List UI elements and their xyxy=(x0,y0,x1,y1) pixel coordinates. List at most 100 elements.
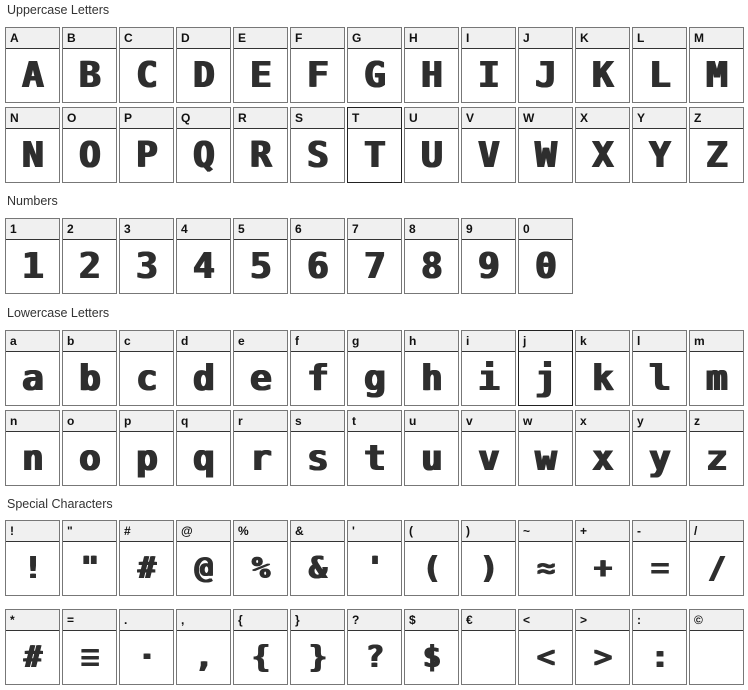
character-cell[interactable]: HH xyxy=(404,27,459,103)
character-cell[interactable]: ZZ xyxy=(689,107,744,183)
character-glyph-preview: k xyxy=(592,358,614,399)
character-label: K xyxy=(576,28,629,49)
character-cell[interactable]: {{ xyxy=(233,609,288,685)
character-cell[interactable]: OO xyxy=(62,107,117,183)
character-cell[interactable]: 22 xyxy=(62,218,117,294)
character-label: - xyxy=(633,521,686,542)
character-glyph-preview: o xyxy=(79,438,101,479)
character-cell[interactable]: © xyxy=(689,609,744,685)
character-cell[interactable]: bb xyxy=(62,330,117,406)
character-cell[interactable]: @ @ xyxy=(176,520,231,596)
character-cell[interactable]: jj xyxy=(518,330,573,406)
character-cell[interactable]: RR xyxy=(233,107,288,183)
character-cell[interactable]: yy xyxy=(632,410,687,486)
character-cell[interactable]: uu xyxy=(404,410,459,486)
character-cell[interactable]: > > xyxy=(575,609,630,685)
character-glyph-preview: ≈ xyxy=(536,551,555,586)
character-cell[interactable]: / / xyxy=(689,520,744,596)
character-cell[interactable]: KK xyxy=(575,27,630,103)
character-cell[interactable]: VV xyxy=(461,107,516,183)
character-glyph-preview: / xyxy=(707,551,726,586)
character-glyph-preview: 0 xyxy=(535,246,557,287)
character-cell[interactable]: zz xyxy=(689,410,744,486)
character-cell[interactable]: = ≡ xyxy=(62,609,117,685)
character-cell[interactable]: qq xyxy=(176,410,231,486)
character-cell[interactable]: UU xyxy=(404,107,459,183)
character-cell[interactable]: hh xyxy=(404,330,459,406)
character-cell[interactable]: PP xyxy=(119,107,174,183)
character-cell[interactable]: " " xyxy=(62,520,117,596)
character-cell[interactable]: . · xyxy=(119,609,174,685)
character-cell[interactable]: ss xyxy=(290,410,345,486)
character-cell[interactable]: mm xyxy=(689,330,744,406)
character-label: s xyxy=(291,411,344,432)
character-cell[interactable]: oo xyxy=(62,410,117,486)
character-cell[interactable]: FF xyxy=(290,27,345,103)
character-cell[interactable]: kk xyxy=(575,330,630,406)
character-cell[interactable]: LL xyxy=(632,27,687,103)
character-cell[interactable]: 88 xyxy=(404,218,459,294)
character-cell[interactable]: ~ ≈ xyxy=(518,520,573,596)
character-cell[interactable]: SS xyxy=(290,107,345,183)
character-cell[interactable]: AA xyxy=(5,27,60,103)
character-cell[interactable]: QQ xyxy=(176,107,231,183)
character-cell[interactable]: dd xyxy=(176,330,231,406)
character-cell[interactable]: ' ' xyxy=(347,520,402,596)
character-cell[interactable]: TT xyxy=(347,107,402,183)
character-cell[interactable]: CC xyxy=(119,27,174,103)
character-cell[interactable]: (( xyxy=(404,520,459,596)
character-cell[interactable]: vv xyxy=(461,410,516,486)
character-cell[interactable]: ?? xyxy=(347,609,402,685)
character-cell[interactable]: 77 xyxy=(347,218,402,294)
character-label: H xyxy=(405,28,458,49)
character-cell[interactable]: 00 xyxy=(518,218,573,294)
character-cell[interactable]: BB xyxy=(62,27,117,103)
character-cell[interactable]: & & xyxy=(290,520,345,596)
character-cell[interactable]: < < xyxy=(518,609,573,685)
character-cell[interactable]: nn xyxy=(5,410,60,486)
character-cell[interactable]: - = xyxy=(632,520,687,596)
character-label: g xyxy=(348,331,401,352)
character-cell[interactable]: JJ xyxy=(518,27,573,103)
character-cell[interactable]: # # xyxy=(119,520,174,596)
character-cell[interactable]: ww xyxy=(518,410,573,486)
character-cell[interactable]: ff xyxy=(290,330,345,406)
character-cell[interactable]: XX xyxy=(575,107,630,183)
character-cell[interactable]: 44 xyxy=(176,218,231,294)
character-cell[interactable]: 55 xyxy=(233,218,288,294)
character-cell[interactable]: cc xyxy=(119,330,174,406)
character-cell[interactable]: gg xyxy=(347,330,402,406)
character-cell[interactable]: pp xyxy=(119,410,174,486)
character-cell[interactable]: WW xyxy=(518,107,573,183)
character-cell[interactable]: ,, xyxy=(176,609,231,685)
character-glyph-preview: ( xyxy=(422,551,441,586)
character-cell[interactable]: !! xyxy=(5,520,60,596)
character-cell[interactable]: DD xyxy=(176,27,231,103)
character-cell[interactable]: %% xyxy=(233,520,288,596)
character-cell[interactable]: aa xyxy=(5,330,60,406)
character-cell[interactable]: rr xyxy=(233,410,288,486)
character-cell[interactable]: 33 xyxy=(119,218,174,294)
character-cell[interactable]: YY xyxy=(632,107,687,183)
character-cell[interactable]: tt xyxy=(347,410,402,486)
character-cell[interactable]: ll xyxy=(632,330,687,406)
character-cell[interactable]: 11 xyxy=(5,218,60,294)
character-cell[interactable]: ee xyxy=(233,330,288,406)
character-cell[interactable]: 66 xyxy=(290,218,345,294)
character-cell[interactable]: }} xyxy=(290,609,345,685)
character-cell[interactable]: EE xyxy=(233,27,288,103)
character-cell[interactable]: ii xyxy=(461,330,516,406)
character-cell[interactable]: NN xyxy=(5,107,60,183)
character-cell[interactable]: :: xyxy=(632,609,687,685)
character-glyph-preview: O xyxy=(79,135,101,176)
character-cell[interactable]: xx xyxy=(575,410,630,486)
character-cell[interactable]: + + xyxy=(575,520,630,596)
character-cell[interactable]: II xyxy=(461,27,516,103)
character-cell[interactable]: * # xyxy=(5,609,60,685)
character-cell[interactable]: $ $ xyxy=(404,609,459,685)
character-cell[interactable]: 99 xyxy=(461,218,516,294)
character-cell[interactable]: € xyxy=(461,609,516,685)
character-cell[interactable]: MM xyxy=(689,27,744,103)
character-cell[interactable]: GG xyxy=(347,27,402,103)
character-cell[interactable]: )) xyxy=(461,520,516,596)
